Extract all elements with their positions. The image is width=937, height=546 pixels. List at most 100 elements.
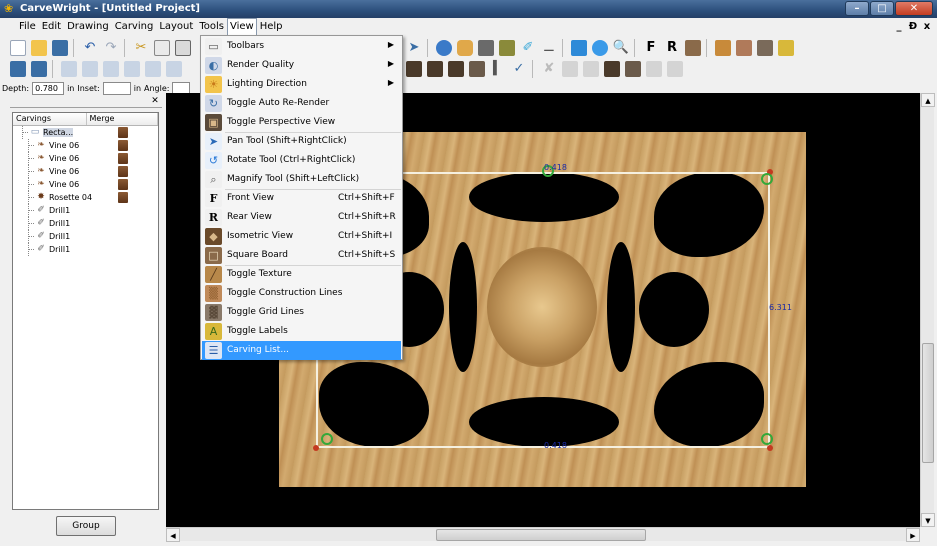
view-menu-item[interactable]: ▒ Toggle Construction Lines bbox=[202, 284, 401, 303]
menu-tools[interactable]: Tools bbox=[196, 18, 227, 36]
cursor-tool-icon[interactable]: ✓ bbox=[509, 59, 529, 79]
layout-tool-icon[interactable] bbox=[8, 59, 28, 79]
hand-tool-icon[interactable] bbox=[455, 38, 475, 58]
column-carvings[interactable]: Carvings bbox=[13, 113, 87, 125]
line-tool-icon[interactable] bbox=[497, 38, 517, 58]
carve-tool-icon[interactable] bbox=[404, 59, 424, 79]
view-menu-item[interactable]: ➤ Pan Tool (Shift+RightClick) bbox=[202, 132, 401, 151]
menu-carving[interactable]: Carving bbox=[112, 18, 157, 36]
render-icon[interactable] bbox=[569, 38, 589, 58]
view-menu-item[interactable]: ↻ Toggle Auto Re-Render bbox=[202, 94, 401, 113]
list-item[interactable]: ✐ Drill1 bbox=[13, 230, 158, 243]
view-menu-item[interactable]: ↺ Rotate Tool (Ctrl+RightClick) bbox=[202, 151, 401, 170]
shape-tool-icon[interactable] bbox=[476, 38, 496, 58]
list-item[interactable]: ❧ Vine 06 bbox=[13, 139, 158, 152]
view-menu-item[interactable]: F Front View Ctrl+Shift+F bbox=[202, 189, 401, 208]
pan-tool-icon[interactable] bbox=[434, 38, 454, 58]
disabled-tool-icon[interactable]: ✘ bbox=[539, 59, 559, 79]
corner-handle[interactable] bbox=[313, 445, 319, 451]
carve-tool-icon[interactable] bbox=[425, 59, 445, 79]
view-menu-item[interactable]: □ Square Board Ctrl+Shift+S bbox=[202, 246, 401, 265]
bit-tool-icon[interactable]: ▍ bbox=[488, 59, 508, 79]
mdi-restore-button[interactable]: Ɖ bbox=[907, 20, 919, 33]
rear-view-icon[interactable]: R bbox=[662, 38, 682, 58]
view-menu-item[interactable]: R Rear View Ctrl+Shift+R bbox=[202, 208, 401, 227]
view-menu-item[interactable]: ⌕ Magnify Tool (Shift+LeftClick) bbox=[202, 170, 401, 189]
corner-handle[interactable] bbox=[767, 445, 773, 451]
horizontal-scroll-thumb[interactable] bbox=[436, 529, 646, 541]
merge-icon[interactable] bbox=[118, 140, 128, 151]
carve-tool-icon[interactable] bbox=[623, 59, 643, 79]
carve-tool-icon[interactable] bbox=[446, 59, 466, 79]
menu-view[interactable]: View bbox=[226, 18, 257, 36]
pen-tool-icon[interactable]: ✐ bbox=[518, 38, 538, 58]
view-menu-item[interactable]: ◆ Isometric View Ctrl+Shift+I bbox=[202, 227, 401, 246]
list-item[interactable]: ✐ Drill1 bbox=[13, 243, 158, 256]
align-bottom-icon[interactable] bbox=[164, 59, 184, 79]
carve-tool-icon[interactable] bbox=[467, 59, 487, 79]
list-item[interactable]: ❧ Vine 06 bbox=[13, 178, 158, 191]
vertical-scroll-thumb[interactable] bbox=[922, 343, 934, 463]
paste-icon[interactable] bbox=[173, 38, 193, 58]
view-menu-item[interactable]: ▭ Toolbars ▶ bbox=[202, 37, 401, 56]
disabled-tool-icon[interactable] bbox=[581, 59, 601, 79]
close-panel-icon[interactable]: ✕ bbox=[150, 96, 160, 106]
view-menu-item[interactable]: A Toggle Labels bbox=[202, 322, 401, 341]
cursor-tool-icon[interactable]: ➤ bbox=[404, 38, 424, 58]
cut-icon[interactable]: ✂ bbox=[131, 38, 151, 58]
view-menu-item[interactable]: ╱ Toggle Texture bbox=[202, 265, 401, 284]
merge-icon[interactable] bbox=[118, 166, 128, 177]
group-button[interactable]: Group bbox=[56, 516, 116, 536]
merge-icon[interactable] bbox=[118, 192, 128, 203]
grid-lines-icon[interactable] bbox=[755, 38, 775, 58]
depth-input[interactable]: 0.780 bbox=[32, 81, 65, 95]
disabled-tool-icon[interactable] bbox=[560, 59, 580, 79]
list-item[interactable]: ❧ Vine 06 bbox=[13, 152, 158, 165]
save-icon[interactable] bbox=[50, 38, 70, 58]
rotate-tool-icon[interactable] bbox=[590, 38, 610, 58]
align-middle-icon[interactable] bbox=[143, 59, 163, 79]
scroll-up-icon[interactable]: ▲ bbox=[921, 93, 935, 107]
magnify-tool-icon[interactable]: 🔍 bbox=[611, 38, 631, 58]
view-menu-item[interactable]: ☰ Carving List... bbox=[202, 341, 401, 360]
view-menu-item[interactable]: ☀ Lighting Direction ▶ bbox=[202, 75, 401, 94]
redo-icon[interactable]: ↷ bbox=[101, 38, 121, 58]
undo-icon[interactable]: ↶ bbox=[80, 38, 100, 58]
open-folder-icon[interactable] bbox=[29, 38, 49, 58]
labels-icon[interactable] bbox=[776, 38, 796, 58]
minimize-button[interactable]: – bbox=[845, 1, 869, 16]
menu-drawing[interactable]: Drawing bbox=[64, 18, 112, 36]
maximize-button[interactable]: □ bbox=[870, 1, 894, 16]
align-tool-icon[interactable]: ⚊ bbox=[539, 38, 559, 58]
align-left-icon[interactable] bbox=[59, 59, 79, 79]
merge-icon[interactable] bbox=[118, 127, 128, 138]
column-merge[interactable]: Merge bbox=[87, 113, 158, 125]
align-top-icon[interactable] bbox=[122, 59, 142, 79]
horizontal-scrollbar[interactable]: ◀ ▶ bbox=[166, 527, 920, 542]
mdi-minimize-button[interactable]: _ bbox=[893, 20, 905, 33]
menu-file[interactable]: File bbox=[16, 18, 39, 36]
construction-lines-icon[interactable] bbox=[734, 38, 754, 58]
copy-icon[interactable] bbox=[152, 38, 172, 58]
list-item[interactable]: ✸ Rosette 04 bbox=[13, 191, 158, 204]
carve-tool-icon[interactable] bbox=[602, 59, 622, 79]
new-file-icon[interactable] bbox=[8, 38, 28, 58]
front-view-icon[interactable]: F bbox=[641, 38, 661, 58]
scroll-left-icon[interactable]: ◀ bbox=[166, 528, 180, 542]
disabled-tool-icon[interactable] bbox=[665, 59, 685, 79]
view-menu-item[interactable]: ▣ Toggle Perspective View bbox=[202, 113, 401, 132]
merge-icon[interactable] bbox=[118, 179, 128, 190]
list-item[interactable]: ✐ Drill1 bbox=[13, 217, 158, 230]
square-board-icon[interactable] bbox=[683, 38, 703, 58]
view-menu-item[interactable]: ▓ Toggle Grid Lines bbox=[202, 303, 401, 322]
mdi-close-button[interactable]: x bbox=[921, 20, 933, 33]
view-menu-item[interactable]: ◐ Render Quality ▶ bbox=[202, 56, 401, 75]
list-item[interactable]: ▭ Recta... bbox=[13, 126, 158, 139]
align-right-icon[interactable] bbox=[101, 59, 121, 79]
merge-icon[interactable] bbox=[118, 153, 128, 164]
inset-input[interactable] bbox=[102, 81, 131, 95]
drill-marker[interactable] bbox=[761, 433, 773, 445]
scroll-right-icon[interactable]: ▶ bbox=[906, 528, 920, 542]
menu-edit[interactable]: Edit bbox=[39, 18, 64, 36]
menu-help[interactable]: Help bbox=[257, 18, 286, 36]
